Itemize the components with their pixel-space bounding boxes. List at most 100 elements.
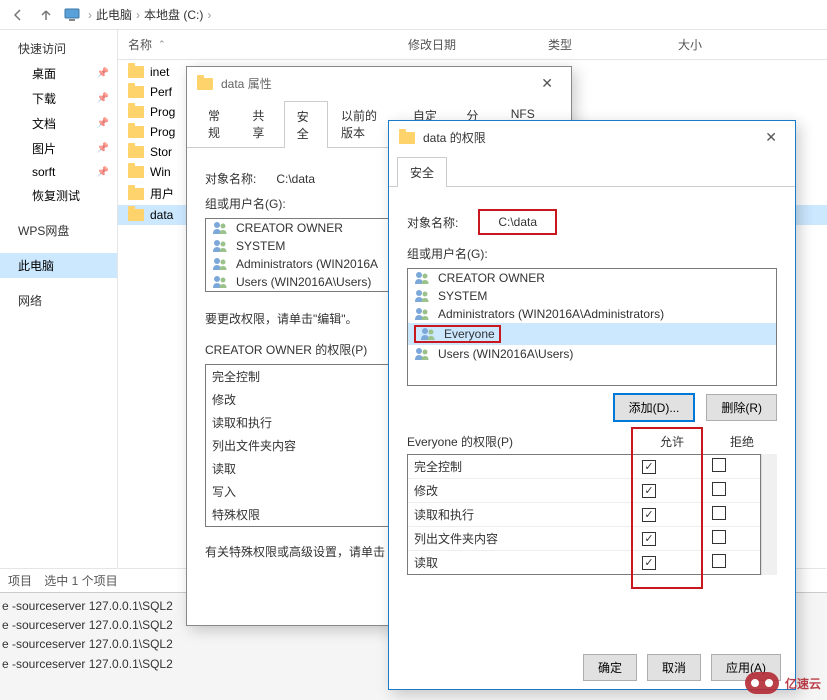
sort-asc-icon: ⌃: [158, 39, 166, 50]
sidebar-item-desktop[interactable]: 桌面: [0, 61, 117, 86]
dialog-title: data 的权限: [423, 129, 486, 146]
users-icon: [414, 289, 432, 303]
allow-checkbox[interactable]: [642, 532, 656, 546]
tab-security[interactable]: 安全: [397, 157, 447, 187]
permission-row: 修改: [408, 478, 760, 502]
file-name: Prog: [150, 105, 175, 119]
permission-row: 读取: [408, 550, 760, 574]
permissions-title: Everyone 的权限(P): [407, 433, 637, 450]
sidebar-item-sorft[interactable]: sorft: [0, 161, 117, 183]
principals-list[interactable]: CREATOR OWNER SYSTEM Administrators (WIN20…: [407, 268, 777, 386]
principal-name: Administrators (WIN2016A\Administrators): [438, 307, 664, 321]
col-name[interactable]: 名称⌃: [118, 36, 398, 53]
close-button[interactable]: ✕: [533, 73, 561, 94]
allow-checkbox[interactable]: [642, 460, 656, 474]
allow-checkbox[interactable]: [642, 556, 656, 570]
principal-name: SYSTEM: [438, 289, 487, 303]
permission-name: 读取和执行: [414, 506, 614, 523]
deny-header: 拒绝: [707, 433, 777, 450]
principal-name: CREATOR OWNER: [236, 221, 343, 235]
object-name-value: C:\data: [478, 209, 557, 235]
object-name-value: C:\data: [276, 172, 315, 186]
file-name: 用户: [150, 185, 174, 202]
permissions-table: 完全控制修改读取和执行列出文件夹内容读取: [407, 454, 761, 575]
users-icon: [414, 347, 432, 361]
tabs: 安全: [389, 156, 795, 187]
principal-name: Users (WIN2016A\Users): [438, 347, 573, 361]
cancel-button[interactable]: 取消: [647, 654, 701, 681]
permission-name: 读取: [414, 554, 614, 571]
tab[interactable]: 共享: [239, 100, 283, 147]
col-date[interactable]: 修改日期: [398, 36, 538, 53]
principal-item[interactable]: Administrators (WIN2016A\Administrators): [408, 305, 776, 323]
permission-row: 完全控制: [408, 455, 760, 478]
close-button[interactable]: ✕: [757, 127, 785, 148]
watermark-text: 亿速云: [785, 675, 821, 692]
users-icon: [212, 221, 230, 235]
nav-back-button[interactable]: [8, 5, 28, 25]
cloud-icon: [745, 672, 779, 694]
principal-item[interactable]: Everyone: [408, 323, 776, 345]
dialog-titlebar[interactable]: data 属性 ✕: [187, 67, 571, 100]
ok-button[interactable]: 确定: [583, 654, 637, 681]
principal-name: Users (WIN2016A\Users): [236, 275, 371, 289]
deny-checkbox[interactable]: [712, 554, 726, 568]
file-name: data: [150, 208, 173, 222]
file-name: inet: [150, 65, 169, 79]
deny-checkbox[interactable]: [712, 530, 726, 544]
deny-checkbox[interactable]: [712, 482, 726, 496]
principal-item[interactable]: SYSTEM: [408, 287, 776, 305]
col-type[interactable]: 类型: [538, 36, 668, 53]
sidebar-item-pictures[interactable]: 图片: [0, 136, 117, 161]
sidebar-this-pc[interactable]: 此电脑: [0, 253, 117, 278]
add-button[interactable]: 添加(D)...: [614, 394, 695, 421]
file-name: Prog: [150, 125, 175, 139]
column-headers[interactable]: 名称⌃ 修改日期 类型 大小: [118, 30, 827, 60]
users-icon: [212, 239, 230, 253]
principal-item[interactable]: CREATOR OWNER: [408, 269, 776, 287]
deny-checkbox[interactable]: [712, 458, 726, 472]
advanced-hint: 有关特殊权限或高级设置，请单击: [205, 543, 385, 560]
folder-icon: [128, 106, 144, 118]
folder-icon: [128, 146, 144, 158]
watermark: 亿速云: [745, 672, 821, 694]
object-name-label: 对象名称:: [205, 170, 256, 187]
col-size[interactable]: 大小: [668, 36, 748, 53]
sidebar-item-downloads[interactable]: 下载: [0, 86, 117, 111]
dialog-titlebar[interactable]: data 的权限 ✕: [389, 121, 795, 154]
allow-checkbox[interactable]: [642, 484, 656, 498]
remove-button[interactable]: 删除(R): [706, 394, 777, 421]
dialog-body: 对象名称: C:\data 组或用户名(G): CREATOR OWNERSYS…: [389, 187, 795, 589]
sidebar-item-recoverytest[interactable]: 恢复测试: [0, 183, 117, 208]
tab[interactable]: 常规: [195, 100, 239, 147]
object-name-label: 对象名称:: [407, 214, 458, 231]
edit-hint: 要更改权限，请单击"编辑"。: [205, 310, 358, 327]
breadcrumb-drive[interactable]: 本地盘 (C:): [144, 6, 203, 23]
users-icon: [212, 257, 230, 271]
folder-icon: [197, 78, 213, 90]
folder-icon: [128, 86, 144, 98]
allow-checkbox[interactable]: [642, 508, 656, 522]
folder-icon: [128, 66, 144, 78]
scrollbar[interactable]: [761, 454, 777, 575]
status-selected: 选中 1 个项目: [44, 574, 117, 588]
permission-name: 修改: [414, 482, 614, 499]
quick-access-header[interactable]: 快速访问: [0, 36, 117, 61]
folder-icon: [128, 166, 144, 178]
breadcrumb[interactable]: › 此电脑 › 本地盘 (C:) ›: [88, 6, 211, 23]
principal-name: Administrators (WIN2016A: [236, 257, 378, 271]
principal-item[interactable]: Users (WIN2016A\Users): [408, 345, 776, 363]
principal-name: Everyone: [444, 327, 495, 341]
breadcrumb-thispc[interactable]: 此电脑: [96, 6, 132, 23]
sidebar-item-documents[interactable]: 文档: [0, 111, 117, 136]
tab[interactable]: 安全: [284, 101, 328, 148]
sidebar-wps[interactable]: WPS网盘: [0, 218, 117, 243]
chevron-right-icon: ›: [136, 8, 140, 22]
deny-checkbox[interactable]: [712, 506, 726, 520]
users-icon: [420, 327, 438, 341]
allow-header: 允许: [637, 433, 707, 450]
folder-icon: [128, 209, 144, 221]
sidebar-network[interactable]: 网络: [0, 288, 117, 313]
nav-up-button[interactable]: [36, 5, 56, 25]
users-icon: [414, 271, 432, 285]
